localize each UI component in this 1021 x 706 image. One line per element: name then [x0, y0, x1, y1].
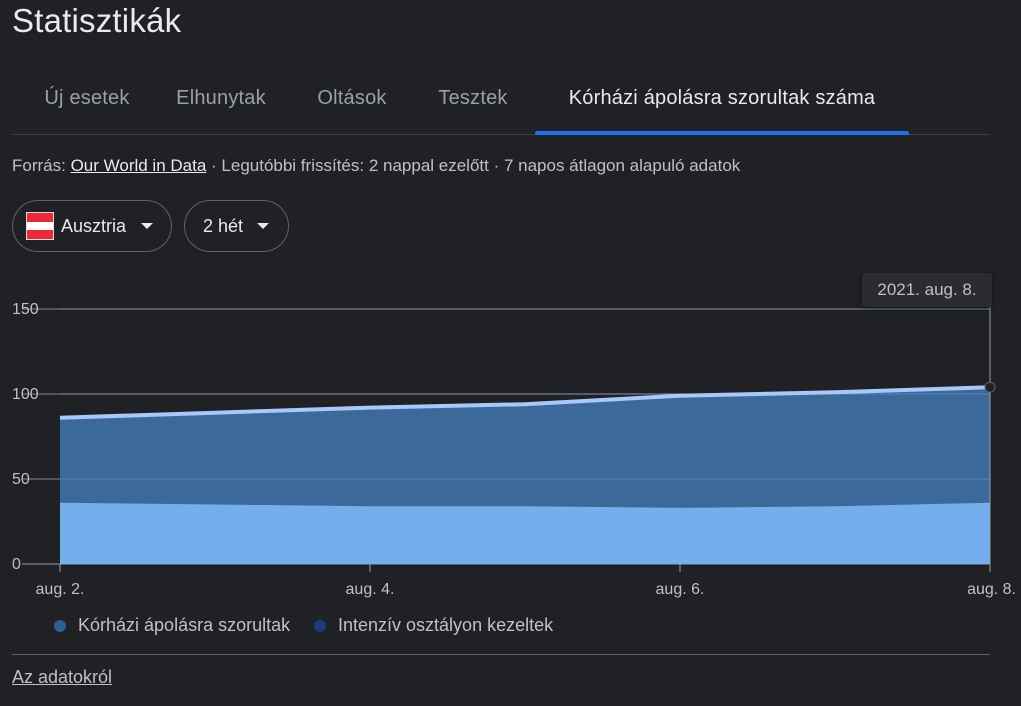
x-tick-label: aug. 2.: [36, 581, 85, 598]
period-label: 2 hét: [203, 215, 244, 236]
tab-deaths[interactable]: Elhunytak: [162, 72, 280, 134]
tab-hospitalized[interactable]: Kórházi ápolásra szorultak száma: [535, 72, 909, 135]
country-label: Ausztria: [61, 215, 127, 236]
y-tick-label: 50: [12, 471, 30, 488]
source-line: Forrás: Our World in Data · Legutóbbi fr…: [12, 156, 740, 176]
legend-label: Intenzív osztályon kezeltek: [338, 615, 554, 635]
tab-tests[interactable]: Tesztek: [426, 72, 520, 134]
tab-vaccinations[interactable]: Oltások: [305, 72, 399, 134]
source-prefix: Forrás:: [12, 156, 71, 175]
chevron-down-icon: [257, 223, 270, 229]
date-tooltip: 2021. aug. 8.: [862, 273, 992, 307]
period-select[interactable]: 2 hét: [184, 200, 289, 252]
legend-item-hospitalized[interactable]: Kórházi ápolásra szorultak: [54, 615, 290, 636]
hospitalization-chart[interactable]: 0 50 100 150 aug. 2. aug. 4. aug. 6. aug. 8.: [0, 260, 1021, 600]
austria-flag-icon: [26, 212, 54, 240]
country-select[interactable]: Ausztria: [12, 200, 172, 252]
hover-point: [984, 381, 996, 393]
legend-label: Kórházi ápolásra szorultak: [78, 615, 291, 635]
legend-dot: [314, 619, 326, 632]
y-tick-label: 100: [12, 386, 39, 403]
divider: [12, 654, 990, 655]
source-details: · Legutóbbi frissítés: 2 nappal ezelőtt …: [206, 156, 741, 175]
x-tick-label: aug. 4.: [346, 581, 395, 598]
legend-dot: [54, 619, 66, 632]
page-title: Statisztikák: [12, 2, 182, 39]
source-link[interactable]: Our World in Data: [71, 156, 207, 175]
legend-item-icu[interactable]: Intenzív osztályon kezeltek: [314, 615, 553, 636]
about-data-link[interactable]: Az adatokról: [12, 667, 112, 688]
icu-area: [60, 502, 990, 564]
y-tick-label: 150: [12, 301, 39, 318]
x-tick-label: aug. 8.: [967, 581, 1016, 598]
x-tick-label: aug. 6.: [656, 581, 705, 598]
tab-bar: Új esetek Elhunytak Oltások Tesztek Kórh…: [12, 72, 990, 135]
chevron-down-icon: [141, 223, 154, 229]
tab-new-cases[interactable]: Új esetek: [24, 72, 150, 134]
y-tick-label: 0: [12, 556, 21, 573]
